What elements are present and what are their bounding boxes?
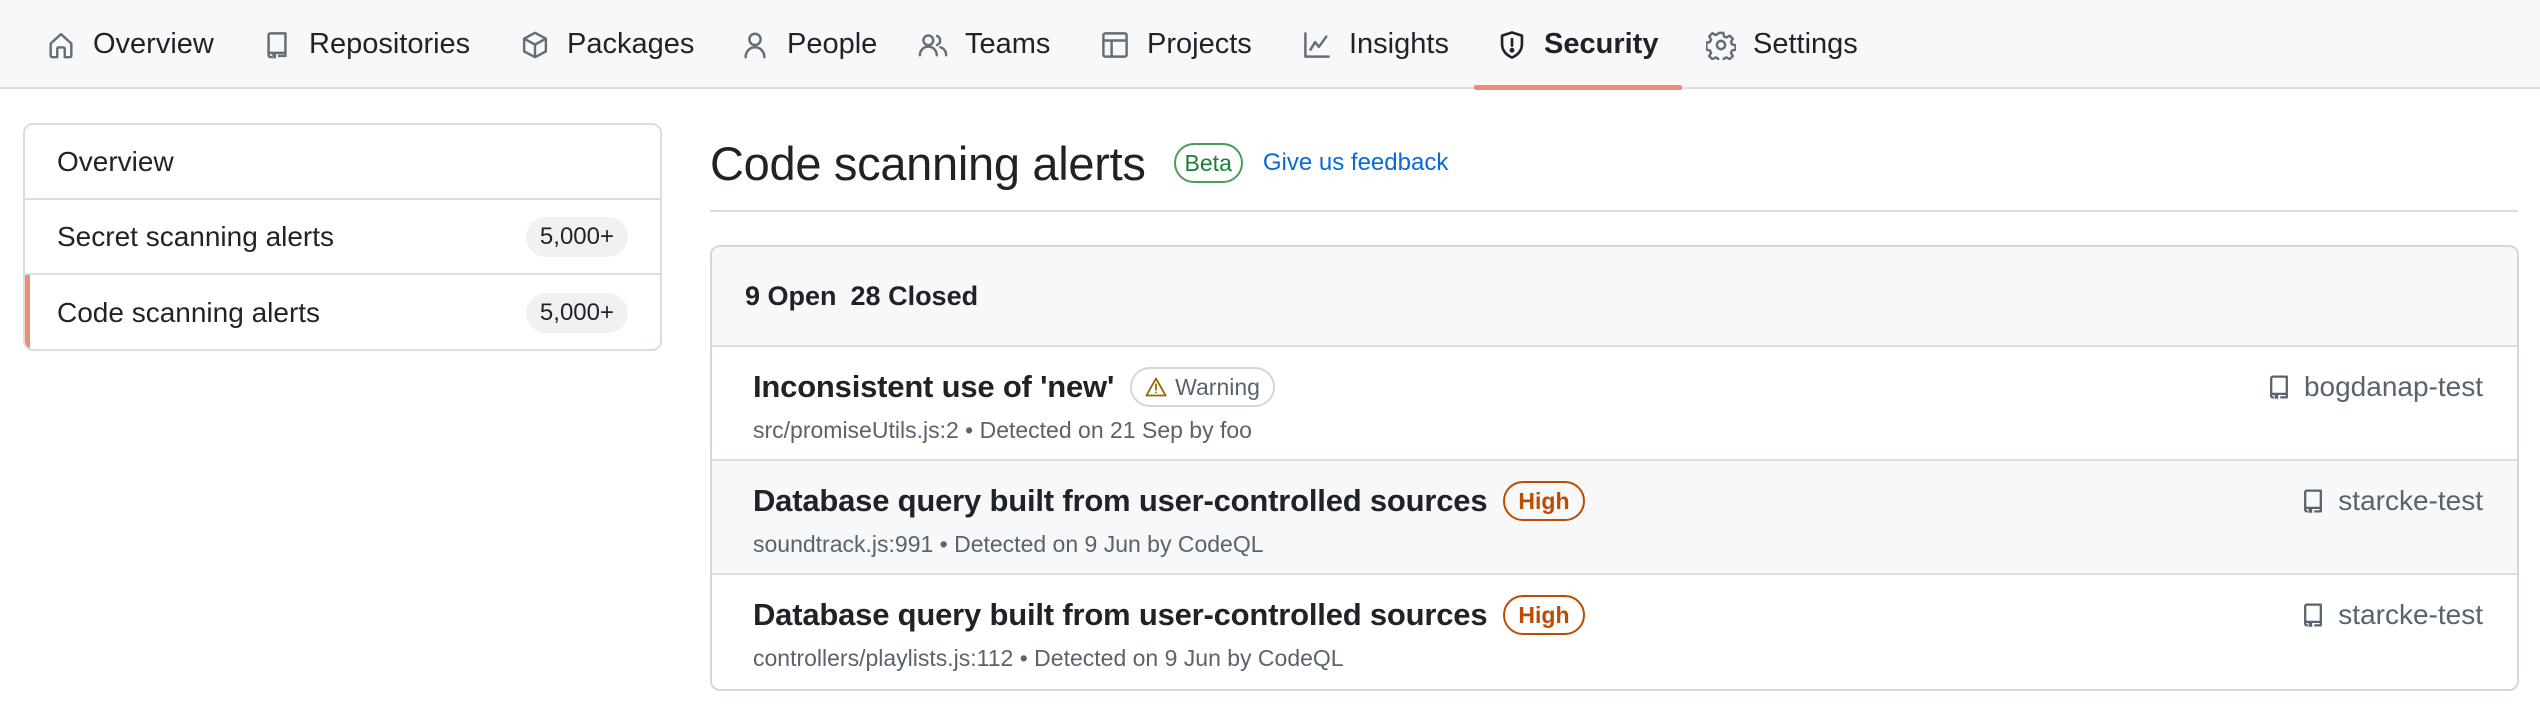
severity-label: Warning — [1175, 374, 1260, 400]
alert-row[interactable]: Inconsistent use of 'new' Warning src/pr… — [712, 347, 2517, 461]
count-badge: 5,000+ — [525, 216, 628, 257]
sidebar-item-code-scanning[interactable]: Code scanning alerts 5,000+ — [25, 275, 660, 349]
security-sidebar: Overview Secret scanning alerts 5,000+ C… — [23, 123, 662, 351]
nav-tab-repositories[interactable]: Repositories — [262, 0, 470, 89]
nav-tab-overview[interactable]: Overview — [46, 0, 214, 89]
sidebar-item-label: Secret scanning alerts — [57, 220, 335, 252]
nav-tab-people[interactable]: People — [740, 0, 877, 89]
nav-tab-projects[interactable]: Projects — [1100, 0, 1252, 89]
feedback-link[interactable]: Give us feedback — [1263, 149, 1448, 177]
shield-icon — [1497, 30, 1527, 60]
nav-tab-label: Teams — [965, 28, 1051, 60]
repo-icon — [2300, 486, 2326, 516]
repo-icon — [2300, 600, 2326, 630]
graph-icon — [1302, 30, 1332, 60]
nav-tab-settings[interactable]: Settings — [1706, 0, 1858, 89]
severity-badge: High — [1503, 481, 1585, 521]
sidebar-item-label: Code scanning alerts — [57, 296, 321, 328]
alert-row[interactable]: Database query built from user-controlle… — [712, 575, 2517, 689]
nav-tab-security[interactable]: Security — [1497, 0, 1658, 89]
alert-row[interactable]: Database query built from user-controlle… — [712, 461, 2517, 575]
repo-icon — [262, 30, 292, 60]
nav-tab-packages[interactable]: Packages — [520, 0, 694, 89]
alert-title-link[interactable]: Database query built from user-controlle… — [753, 597, 1488, 633]
nav-tab-label: People — [787, 28, 878, 60]
sidebar-item-secret-scanning[interactable]: Secret scanning alerts 5,000+ — [25, 200, 660, 275]
table-icon — [1100, 30, 1130, 60]
repo-link[interactable]: bogdanap-test — [2266, 371, 2483, 403]
alert-meta: src/promiseUtils.js:2 • Detected on 21 S… — [753, 417, 1252, 443]
severity-badge: High — [1503, 595, 1585, 635]
repo-link[interactable]: starcke-test — [2300, 599, 2483, 631]
repo-name: bogdanap-test — [2303, 371, 2483, 402]
alert-icon — [1145, 376, 1167, 398]
active-tab-indicator — [1474, 85, 1682, 90]
open-alerts-tab[interactable]: 9 Open — [745, 281, 837, 312]
nav-tab-label: Projects — [1147, 28, 1252, 60]
org-navigation: Overview Repositories Packages People Te… — [0, 0, 2540, 90]
alerts-list: 9 Open 28 Closed Inconsistent use of 'ne… — [710, 245, 2519, 691]
page-header: Code scanning alerts Beta Give us feedba… — [710, 128, 1448, 198]
home-icon — [46, 30, 76, 60]
count-badge: 5,000+ — [525, 292, 628, 333]
beta-badge: Beta — [1173, 143, 1243, 183]
repo-link[interactable]: starcke-test — [2300, 485, 2483, 517]
closed-alerts-tab[interactable]: 28 Closed — [851, 281, 979, 312]
nav-tab-label: Repositories — [309, 28, 471, 60]
sidebar-item-label: Overview — [57, 145, 174, 177]
alerts-list-header: 9 Open 28 Closed — [712, 247, 2517, 347]
severity-badge: Warning — [1130, 367, 1275, 407]
repo-name: starcke-test — [2338, 599, 2483, 630]
page-title: Code scanning alerts — [710, 136, 1146, 190]
alert-meta: controllers/playlists.js:112 • Detected … — [753, 645, 1344, 671]
sidebar-item-overview[interactable]: Overview — [25, 125, 660, 200]
nav-tab-label: Insights — [1349, 28, 1449, 60]
alert-title-link[interactable]: Inconsistent use of 'new' — [753, 369, 1114, 405]
nav-tab-teams[interactable]: Teams — [918, 0, 1050, 89]
people-icon — [918, 30, 948, 60]
repo-icon — [2266, 372, 2292, 402]
alert-title-link[interactable]: Database query built from user-controlle… — [753, 483, 1488, 519]
header-divider — [710, 210, 2518, 212]
nav-tab-label: Overview — [93, 28, 214, 60]
alert-meta: soundtrack.js:991 • Detected on 9 Jun by… — [753, 531, 1264, 557]
nav-tab-label: Packages — [567, 28, 695, 60]
nav-tab-label: Settings — [1753, 28, 1858, 60]
nav-tab-insights[interactable]: Insights — [1302, 0, 1449, 89]
repo-name: starcke-test — [2338, 485, 2483, 516]
gear-icon — [1706, 30, 1736, 60]
nav-tab-label: Security — [1544, 28, 1659, 60]
person-icon — [740, 30, 770, 60]
package-icon — [520, 30, 550, 60]
